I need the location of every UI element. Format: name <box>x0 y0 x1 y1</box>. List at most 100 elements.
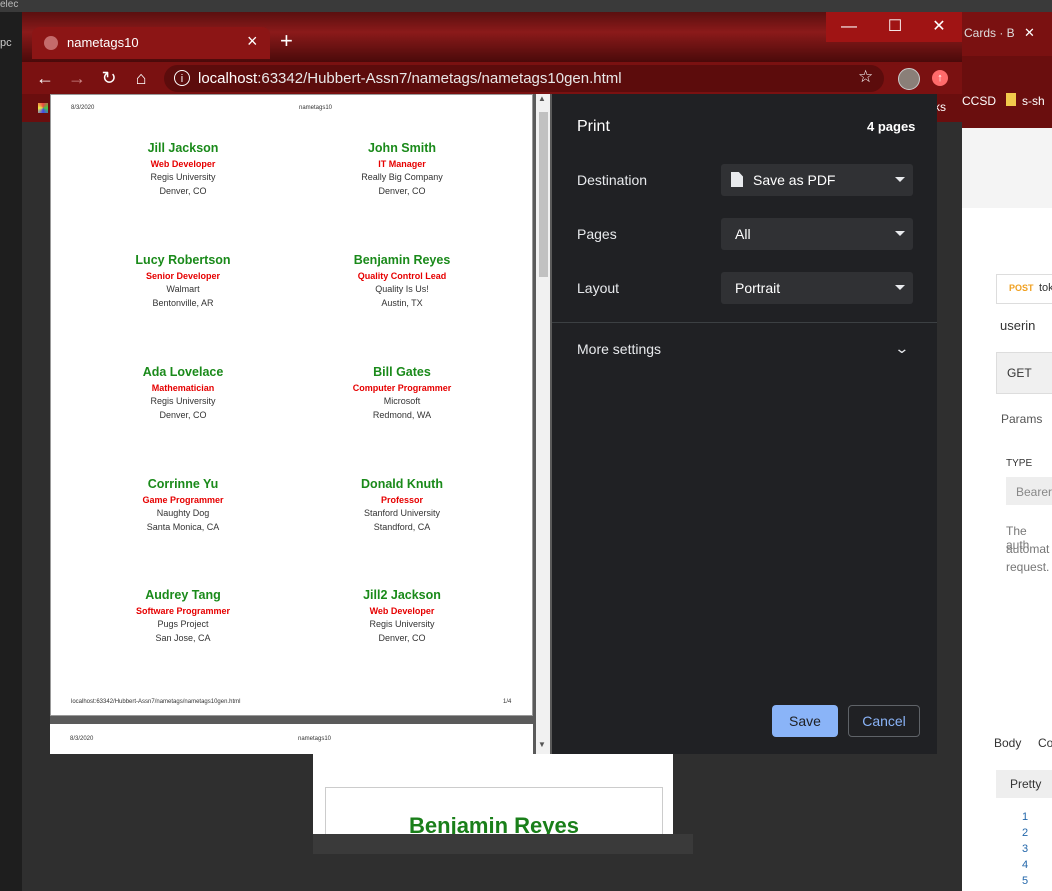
cancel-button[interactable]: Cancel <box>848 705 920 737</box>
description-line: request. <box>1006 560 1050 574</box>
destination-select[interactable]: Save as PDF <box>721 164 913 196</box>
tree-item: userin <box>1000 318 1036 333</box>
nametag-title: Web Developer <box>369 606 435 616</box>
nametag-name: Jill Jackson <box>147 141 219 155</box>
method-select-value: GET <box>1007 366 1032 380</box>
tab-title: nametags10 <box>67 35 139 50</box>
nametag-name: Lucy Robertson <box>135 253 231 267</box>
line-number: 1 <box>1022 811 1029 823</box>
nametag-company: Microsoft <box>383 396 421 406</box>
bookmark-ssh: s-sh <box>1022 94 1045 108</box>
pretty-button: Pretty <box>996 770 1052 798</box>
nametag-card: Audrey Tang Software Programmer Pugs Pro… <box>83 588 283 647</box>
background-left-window: pc <box>0 12 22 891</box>
back-arrow-icon[interactable]: ← <box>34 67 56 89</box>
print-heading: Print <box>577 118 610 135</box>
nametag-company: Regis University <box>150 396 216 406</box>
nametag-card: Jill Jackson Web Developer Regis Univers… <box>83 141 283 200</box>
home-icon[interactable]: ⌂ <box>130 67 152 89</box>
preview-scrollbar[interactable]: ▲ ▼ <box>536 94 550 754</box>
maximize-button[interactable]: ☐ <box>872 12 918 42</box>
page-header-date: 8/3/2020 <box>71 105 95 111</box>
chevron-down-icon[interactable]: ⌄ <box>894 340 909 357</box>
page-count: 4 pages <box>867 119 916 134</box>
pages-select[interactable]: All <box>721 218 913 250</box>
nametag-location: Denver, CO <box>378 186 426 196</box>
toolbar: ← → ↻ ⌂ i localhost:63342/Hubbert-Assn7/… <box>22 62 962 94</box>
background-tab: Cards · B <box>964 26 1015 40</box>
scroll-down-icon[interactable]: ▼ <box>538 740 546 749</box>
line-number: 3 <box>1022 843 1029 855</box>
nametag-card: Bill Gates Computer Programmer Microsoft… <box>302 365 502 424</box>
type-select-value: Bearer <box>1016 485 1052 499</box>
nametag-title: Senior Developer <box>145 271 221 281</box>
profile-avatar[interactable] <box>898 68 920 90</box>
nametag-border: Benjamin Reyes <box>325 787 663 838</box>
layout-select[interactable]: Portrait <box>721 272 913 304</box>
nametag-card: Lucy Robertson Senior Developer Walmart … <box>83 253 283 312</box>
nametag-location: Austin, TX <box>381 298 423 308</box>
address-bar[interactable]: i localhost:63342/Hubbert-Assn7/nametags… <box>164 65 884 92</box>
nametag-location: Denver, CO <box>378 633 426 643</box>
preview-page-2: 8/3/2020 nametags10 <box>50 724 533 754</box>
info-icon[interactable]: i <box>174 70 190 86</box>
new-tab-icon[interactable]: + <box>280 28 293 54</box>
nametag-card: John Smith IT Manager Really Big Company… <box>302 141 502 200</box>
reload-icon[interactable]: ↻ <box>98 67 120 89</box>
nametag-card: Ada Lovelace Mathematician Regis Univers… <box>83 365 283 424</box>
chevron-down-icon <box>895 285 905 290</box>
nametag-card: Jill2 Jackson Web Developer Regis Univer… <box>302 588 502 647</box>
destination-label: Destination <box>577 172 648 188</box>
layout-label: Layout <box>577 280 620 296</box>
nametag-card: Benjamin Reyes Quality Control Lead Qual… <box>302 253 502 312</box>
more-settings-toggle[interactable]: More settings <box>577 341 661 357</box>
chevron-down-icon <box>895 177 905 182</box>
nametag-name: Ada Lovelace <box>142 365 224 379</box>
apps-icon[interactable] <box>38 103 48 113</box>
close-icon: ✕ <box>1024 25 1035 40</box>
nametag-company: Quality Is Us! <box>375 284 429 294</box>
browser-window: nametags10 × + — ☐ ✕ ← → ↻ ⌂ i localhost… <box>22 12 962 891</box>
save-button[interactable]: Save <box>772 705 838 737</box>
scroll-up-icon[interactable]: ▲ <box>538 94 546 103</box>
background-tabbar: Cards · B ✕ <box>962 12 1052 56</box>
nametag-title: Computer Programmer <box>352 383 452 393</box>
nametag-title: Mathematician <box>151 383 215 393</box>
nametag-company: Regis University <box>150 172 216 182</box>
tab-nametags10[interactable]: nametags10 × <box>32 27 270 59</box>
tab-close-icon[interactable]: × <box>247 31 258 52</box>
nametag-company: Regis University <box>369 619 435 629</box>
method-badge: POST <box>1009 283 1034 293</box>
nametag-location: Bentonville, AR <box>152 298 214 308</box>
url-host: localhost <box>198 70 258 87</box>
body-tab: Body <box>994 736 1022 750</box>
params-tab: Params <box>1001 412 1043 426</box>
forward-arrow-icon[interactable]: → <box>66 67 88 89</box>
scrollbar-thumb[interactable] <box>539 112 548 277</box>
page-footer-number: 1/4 <box>503 699 512 705</box>
background-header <box>962 128 1052 208</box>
nametag-location: Denver, CO <box>159 410 207 420</box>
nametag-name: Donald Knuth <box>361 477 443 491</box>
type-select: Bearer <box>1006 477 1052 505</box>
folder-icon <box>1006 93 1016 106</box>
request-tab: POST tok <box>996 274 1052 304</box>
close-window-button[interactable]: ✕ <box>916 12 962 42</box>
divider <box>552 322 937 323</box>
nametag-location: Santa Monica, CA <box>146 522 220 532</box>
star-icon[interactable]: ☆ <box>858 67 873 87</box>
layout-value: Portrait <box>735 280 781 296</box>
minimize-button[interactable]: — <box>826 12 872 42</box>
print-preview: 8/3/2020 nametags10 Jill Jackson Web Dev… <box>50 94 552 754</box>
page-header-title: nametags10 <box>299 105 333 111</box>
description-line: automat <box>1006 542 1050 556</box>
nametag-company: Really Big Company <box>361 172 443 182</box>
page-header-title: nametags10 <box>298 736 332 742</box>
extension-icon[interactable]: ↑ <box>932 70 948 86</box>
pages-value: All <box>735 226 751 242</box>
nametag-card: Corrinne Yu Game Programmer Naughty Dog … <box>83 477 283 536</box>
line-number: 4 <box>1022 859 1029 871</box>
pretty-label: Pretty <box>1010 777 1042 791</box>
background-right-window: Cards · B ✕ CCSD s-sh POST tok userin GE… <box>962 12 1052 891</box>
nametag-title: Software Programmer <box>135 606 231 616</box>
